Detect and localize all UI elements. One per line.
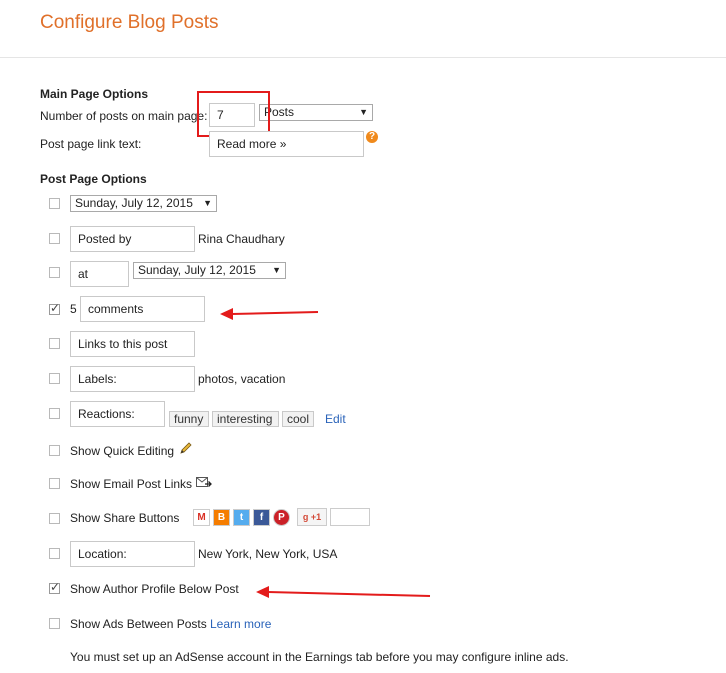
ads-between-label: Show Ads Between Posts: [70, 617, 207, 631]
chevron-down-icon: ▼: [272, 265, 281, 275]
backlinks-checkbox[interactable]: [49, 338, 60, 349]
page-title: Configure Blog Posts: [40, 12, 219, 33]
google-plus-one-icon[interactable]: g +1: [297, 508, 327, 526]
divider: [0, 57, 726, 58]
timestamp-value: Sunday, July 12, 2015: [138, 263, 256, 277]
date-header-value: Sunday, July 12, 2015: [75, 196, 193, 210]
labels-input[interactable]: Labels:: [70, 366, 195, 392]
edit-reactions-link[interactable]: Edit: [325, 412, 346, 426]
gmail-icon[interactable]: M: [193, 509, 210, 526]
chevron-down-icon: ▼: [203, 198, 212, 208]
annotation-arrow: [220, 308, 319, 320]
ads-between-checkbox[interactable]: [49, 618, 60, 629]
share-buttons-checkbox[interactable]: [49, 513, 60, 524]
reactions-checkbox[interactable]: [49, 408, 60, 419]
plus-one-counter: [330, 508, 370, 526]
reaction-tag: cool: [282, 411, 314, 427]
author-name: Rina Chaudhary: [198, 232, 285, 246]
quick-edit-label: Show Quick Editing: [70, 444, 175, 458]
post-link-input[interactable]: Read more »: [209, 131, 364, 157]
reaction-tag: funny: [169, 411, 209, 427]
author-profile-label: Show Author Profile Below Post: [70, 582, 239, 596]
twitter-icon[interactable]: t: [233, 509, 250, 526]
comments-input[interactable]: comments: [80, 296, 205, 322]
email-links-label: Show Email Post Links: [70, 477, 193, 491]
timestamp-checkbox[interactable]: [49, 267, 60, 278]
comments-count: 5: [70, 302, 77, 316]
at-input[interactable]: at: [70, 261, 129, 287]
posts-unit-select[interactable]: Posts ▼: [259, 104, 373, 121]
pencil-icon: [180, 442, 192, 454]
quick-edit-checkbox[interactable]: [49, 445, 60, 456]
learn-more-link[interactable]: Learn more: [210, 617, 271, 631]
location-input[interactable]: Location:: [70, 541, 195, 567]
adsense-note: You must set up an AdSense account in th…: [70, 650, 569, 664]
timestamp-select[interactable]: Sunday, July 12, 2015 ▼: [133, 262, 286, 279]
reactions-input[interactable]: Reactions:: [70, 401, 165, 427]
reaction-tag: interesting: [212, 411, 279, 427]
help-icon[interactable]: ?: [366, 131, 378, 143]
comments-checkbox[interactable]: [49, 301, 60, 315]
blogger-icon[interactable]: B: [213, 509, 230, 526]
labels-example: photos, vacation: [198, 372, 286, 386]
date-header-select[interactable]: Sunday, July 12, 2015 ▼: [70, 195, 217, 212]
facebook-icon[interactable]: f: [253, 509, 270, 526]
backlinks-input[interactable]: Links to this post: [70, 331, 195, 357]
author-profile-checkbox[interactable]: [49, 580, 60, 594]
date-header-checkbox[interactable]: [49, 198, 60, 209]
posted-by-checkbox[interactable]: [49, 233, 60, 244]
location-example: New York, New York, USA: [198, 547, 338, 561]
chevron-down-icon: ▼: [359, 107, 368, 117]
pinterest-icon[interactable]: P: [273, 509, 290, 526]
email-links-checkbox[interactable]: [49, 478, 60, 489]
annotation-arrow: [256, 586, 431, 598]
num-posts-label: Number of posts on main page:: [40, 109, 208, 123]
posted-by-input[interactable]: Posted by: [70, 226, 195, 252]
post-page-options-heading: Post Page Options: [40, 172, 147, 186]
post-link-label: Post page link text:: [40, 137, 142, 151]
location-checkbox[interactable]: [49, 548, 60, 559]
labels-checkbox[interactable]: [49, 373, 60, 384]
main-page-options-heading: Main Page Options: [40, 87, 149, 101]
email-icon: [196, 477, 212, 487]
share-buttons-label: Show Share Buttons: [70, 511, 180, 525]
